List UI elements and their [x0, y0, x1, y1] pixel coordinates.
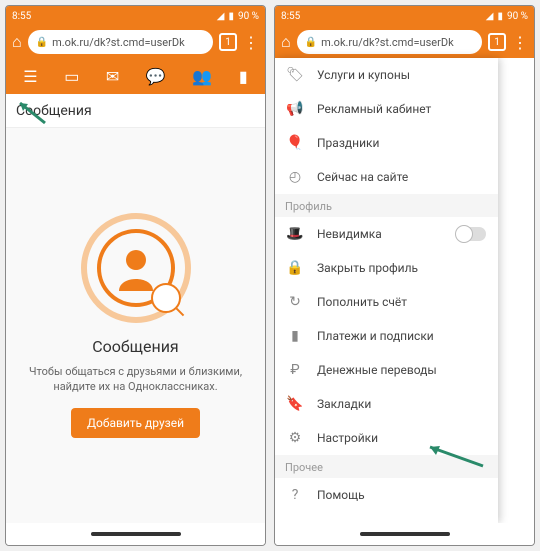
page-header-text: Сообщения — [16, 103, 92, 119]
drawer-item-monitor[interactable]: 🖵Полная версия сайта — [275, 512, 498, 523]
tab-count[interactable]: 1 — [219, 33, 237, 51]
person-icon — [111, 243, 161, 293]
invisible-toggle[interactable] — [456, 227, 486, 241]
tag-icon: 🏷 — [287, 67, 303, 83]
drawer-item-label: Помощь — [317, 488, 486, 502]
bookmark-icon: 🔖 — [287, 396, 303, 412]
battery-icon: ▮ — [228, 11, 234, 22]
more-icon[interactable]: ⋮ — [512, 33, 528, 52]
browser-bar: ⌂ 🔒 m.ok.ru/dk?st.cmd=userDk 1 ⋮ — [275, 26, 534, 58]
lock-icon: 🔒 — [287, 260, 303, 276]
drawer-item-label: Пополнить счёт — [317, 295, 486, 309]
menu-icon[interactable]: ☰ — [23, 67, 37, 86]
empty-text: Чтобы общаться с друзьями и близкими, на… — [16, 364, 255, 395]
lock-icon: 🔒 — [305, 37, 317, 48]
drawer-item-hat[interactable]: 🎩 Невидимка — [275, 217, 498, 251]
help-icon: ? — [287, 487, 303, 503]
nav-pill[interactable] — [360, 532, 450, 536]
url-bar[interactable]: 🔒 m.ok.ru/dk?st.cmd=userDk — [297, 30, 482, 54]
drawer-item-gear[interactable]: ⚙ Настройки — [275, 421, 498, 455]
refresh-icon: ↻ — [287, 294, 303, 310]
wallet-icon: ▮ — [287, 328, 303, 344]
battery-text: 90 % — [507, 11, 528, 22]
add-friends-button[interactable]: Добавить друзей — [71, 408, 200, 438]
drawer-item-megaphone[interactable]: 📢 Рекламный кабинет — [275, 92, 498, 126]
side-drawer: 🏷 Услуги и купоны 📢 Рекламный кабинет 🎈 Празд… — [275, 58, 498, 523]
app-nav: ☰ ▭ ✉ 💬 👥 ▮ — [6, 58, 265, 94]
browser-bar: ⌂ 🔒 m.ok.ru/dk?st.cmd=userDk 1 ⋮ — [6, 26, 265, 58]
drawer-item-label: Услуги и купоны — [317, 68, 486, 82]
home-icon[interactable]: ⌂ — [281, 32, 291, 52]
battery-text: 90 % — [238, 11, 259, 22]
drawer-item-help[interactable]: ? Помощь — [275, 478, 498, 512]
drawer-item-ruble[interactable]: ₽ Денежные переводы — [275, 353, 498, 387]
empty-title: Сообщения — [92, 337, 178, 356]
status-right: ◢ ▮ 90 % — [217, 11, 259, 22]
drawer-item-label: Сейчас на сайте — [317, 170, 486, 184]
status-bar: 8:55 ◢ ▮ 90 % — [6, 6, 265, 26]
android-nav — [275, 523, 534, 545]
empty-state: Сообщения Чтобы общаться с друзьями и бл… — [6, 128, 265, 523]
drawer-section: Прочее — [275, 455, 498, 478]
status-right: ◢ ▮ 90 % — [486, 11, 528, 22]
friends-icon[interactable]: 👥 — [192, 67, 212, 86]
clock-icon: ◴ — [287, 169, 303, 185]
magnifier-icon — [151, 283, 181, 313]
tab-count[interactable]: 1 — [488, 33, 506, 51]
drawer-item-lock[interactable]: 🔒 Закрыть профиль — [275, 251, 498, 285]
phone-right: 8:55 ◢ ▮ 90 % ⌂ 🔒 m.ok.ru/dk?st.cmd=user… — [274, 5, 535, 546]
drawer-item-label: Праздники — [317, 136, 486, 150]
drawer-item-label: Рекламный кабинет — [317, 102, 486, 116]
drawer-item-label: Закладки — [317, 397, 486, 411]
url-bar[interactable]: 🔒 m.ok.ru/dk?st.cmd=userDk — [28, 30, 213, 54]
mail-icon[interactable]: ✉ — [106, 67, 119, 86]
drawer-item-label: Денежные переводы — [317, 363, 486, 377]
drawer-item-refresh[interactable]: ↻ Пополнить счёт — [275, 285, 498, 319]
battery-icon: ▮ — [497, 11, 503, 22]
signal-icon: ◢ — [217, 11, 225, 22]
home-icon[interactable]: ⌂ — [12, 32, 22, 52]
signal-icon: ◢ — [486, 11, 494, 22]
discussions-icon[interactable]: 💬 — [146, 67, 166, 86]
drawer-section: Профиль — [275, 194, 498, 217]
page-header: Сообщения — [6, 94, 265, 128]
android-nav — [6, 523, 265, 545]
lock-icon: 🔒 — [36, 37, 48, 48]
ruble-icon: ₽ — [287, 362, 303, 378]
drawer-item-label: Настройки — [317, 431, 486, 445]
drawer-item-tag[interactable]: 🏷 Услуги и купоны — [275, 58, 498, 92]
drawer-item-bookmark[interactable]: 🔖 Закладки — [275, 387, 498, 421]
drawer-item-label: Невидимка — [317, 227, 442, 241]
wallet-icon[interactable]: ▮ — [239, 67, 248, 86]
balloon-icon: 🎈 — [287, 135, 303, 151]
phone-left: 8:55 ◢ ▮ 90 % ⌂ 🔒 m.ok.ru/dk?st.cmd=user… — [5, 5, 266, 546]
status-bar: 8:55 ◢ ▮ 90 % — [275, 6, 534, 26]
status-time: 8:55 — [12, 11, 31, 22]
url-text: m.ok.ru/dk?st.cmd=userDk — [52, 36, 185, 49]
hat-icon: 🎩 — [287, 226, 303, 242]
illustration — [81, 213, 191, 323]
feed-icon[interactable]: ▭ — [64, 67, 79, 86]
more-icon[interactable]: ⋮ — [243, 33, 259, 52]
gear-icon: ⚙ — [287, 430, 303, 446]
drawer-item-balloon[interactable]: 🎈 Праздники — [275, 126, 498, 160]
nav-pill[interactable] — [91, 532, 181, 536]
drawer-item-label: Закрыть профиль — [317, 261, 486, 275]
drawer-item-wallet[interactable]: ▮ Платежи и подписки — [275, 319, 498, 353]
megaphone-icon: 📢 — [287, 101, 303, 117]
url-text: m.ok.ru/dk?st.cmd=userDk — [321, 36, 454, 49]
status-time: 8:55 — [281, 11, 300, 22]
drawer-item-clock[interactable]: ◴ Сейчас на сайте — [275, 160, 498, 194]
drawer-item-label: Платежи и подписки — [317, 329, 486, 343]
